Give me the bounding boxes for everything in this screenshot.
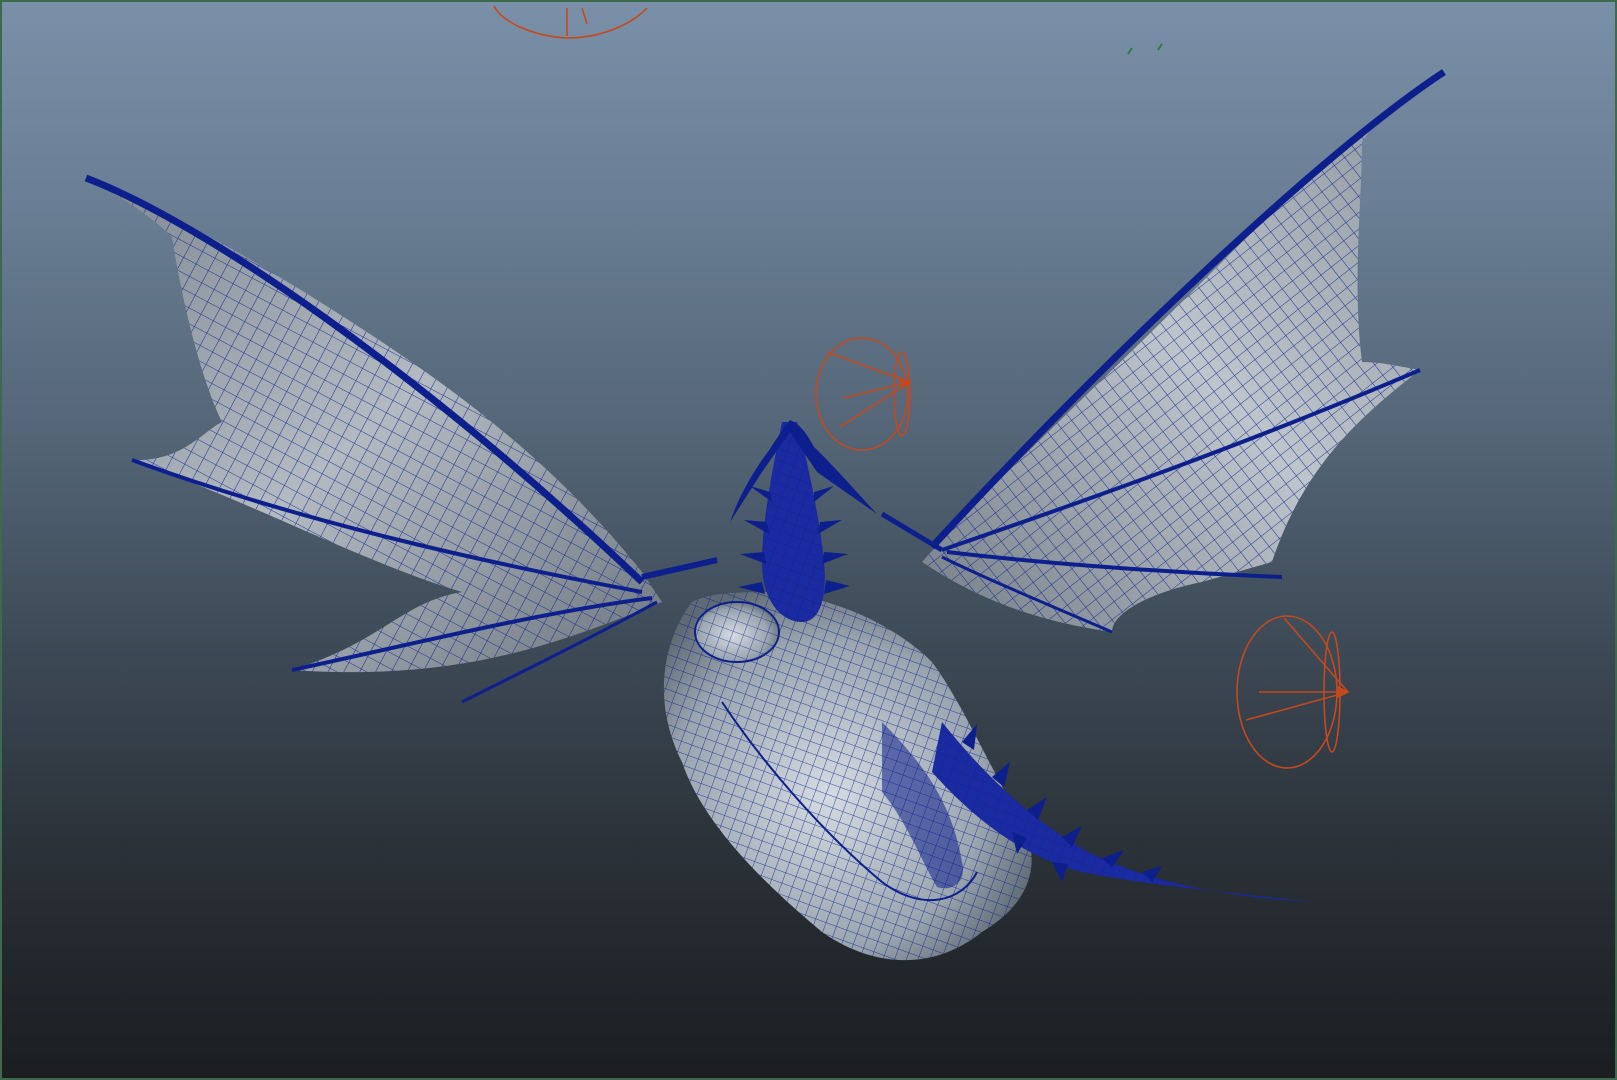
spot-light-right-gizmo[interactable] [1236,615,1350,769]
spot-light-top-gizmo[interactable] [493,5,648,39]
dragon-scene[interactable] [2,2,1615,1078]
locator-marks[interactable] [1127,43,1163,55]
spot-light-center-gizmo[interactable] [815,337,912,451]
dragon-neck-head[interactable] [730,420,877,622]
right-wing[interactable] [880,69,1446,634]
left-wing[interactable] [84,174,718,704]
3d-viewport[interactable] [0,0,1617,1080]
